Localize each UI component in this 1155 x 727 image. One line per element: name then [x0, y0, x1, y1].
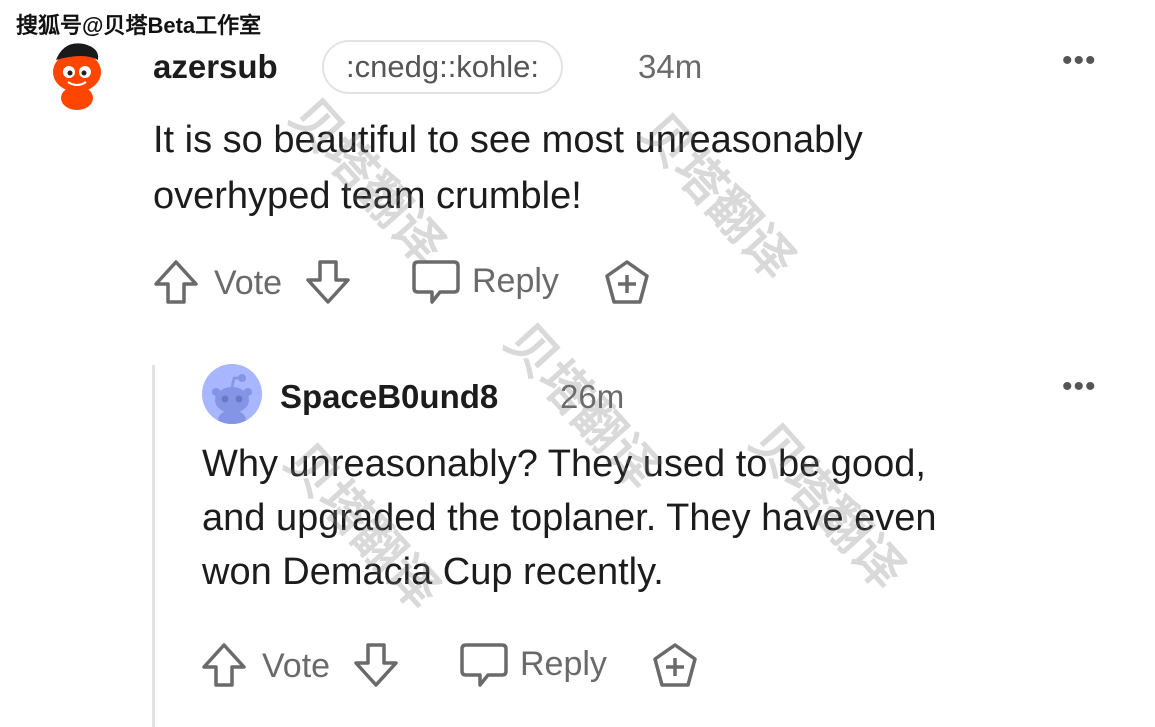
- reply-label: Reply: [472, 262, 559, 300]
- comment-line: Why unreasonably? They used to be good,: [202, 443, 926, 485]
- arrow-down-icon: [306, 260, 350, 304]
- thread-line[interactable]: [152, 365, 155, 727]
- timestamp: 34m: [638, 48, 703, 85]
- vote-label: Vote: [262, 647, 331, 685]
- comment-line: won Demacia Cup recently.: [202, 551, 664, 593]
- comment-line: It is so beautiful to see most unreasona…: [153, 119, 863, 161]
- username[interactable]: SpaceB0und8: [280, 378, 498, 416]
- award-button[interactable]: [602, 258, 652, 308]
- comment-bubble-icon: [460, 643, 508, 687]
- source-tag: 搜狐号@贝塔Beta工作室: [16, 13, 262, 38]
- upvote-button[interactable]: [152, 258, 200, 306]
- snoo-avatar-icon: [212, 374, 252, 424]
- award-button[interactable]: [650, 641, 700, 691]
- award-plus-icon: [605, 260, 649, 304]
- reply-label: Reply: [520, 645, 607, 683]
- comment-bubble-icon: [412, 260, 460, 304]
- comment-body: Why unreasonably? They used to be good, …: [202, 437, 937, 599]
- award-plus-icon: [653, 643, 697, 687]
- vote-label: Vote: [214, 264, 283, 302]
- snoo-avatar-icon: [53, 43, 101, 110]
- downvote-button[interactable]: [304, 258, 352, 306]
- more-options-icon[interactable]: •••: [1062, 44, 1097, 78]
- avatar[interactable]: [202, 364, 262, 424]
- user-flair: :cnedg::kohle:: [322, 40, 564, 94]
- username[interactable]: azersub: [153, 48, 278, 86]
- more-options-icon[interactable]: •••: [1062, 370, 1097, 404]
- comment-body: It is so beautiful to see most unreasona…: [153, 112, 863, 224]
- reply-button[interactable]: Reply: [458, 641, 618, 689]
- upvote-button[interactable]: [200, 641, 248, 689]
- arrow-up-icon: [154, 260, 198, 304]
- comment-line: and upgraded the toplaner. They have eve…: [202, 497, 937, 539]
- arrow-down-icon: [354, 643, 398, 687]
- avatar[interactable]: [44, 30, 110, 110]
- timestamp: 26m: [560, 378, 625, 415]
- reply-button[interactable]: Reply: [410, 258, 570, 306]
- arrow-up-icon: [202, 643, 246, 687]
- downvote-button[interactable]: [352, 641, 400, 689]
- comment-line: overhyped team crumble!: [153, 175, 582, 217]
